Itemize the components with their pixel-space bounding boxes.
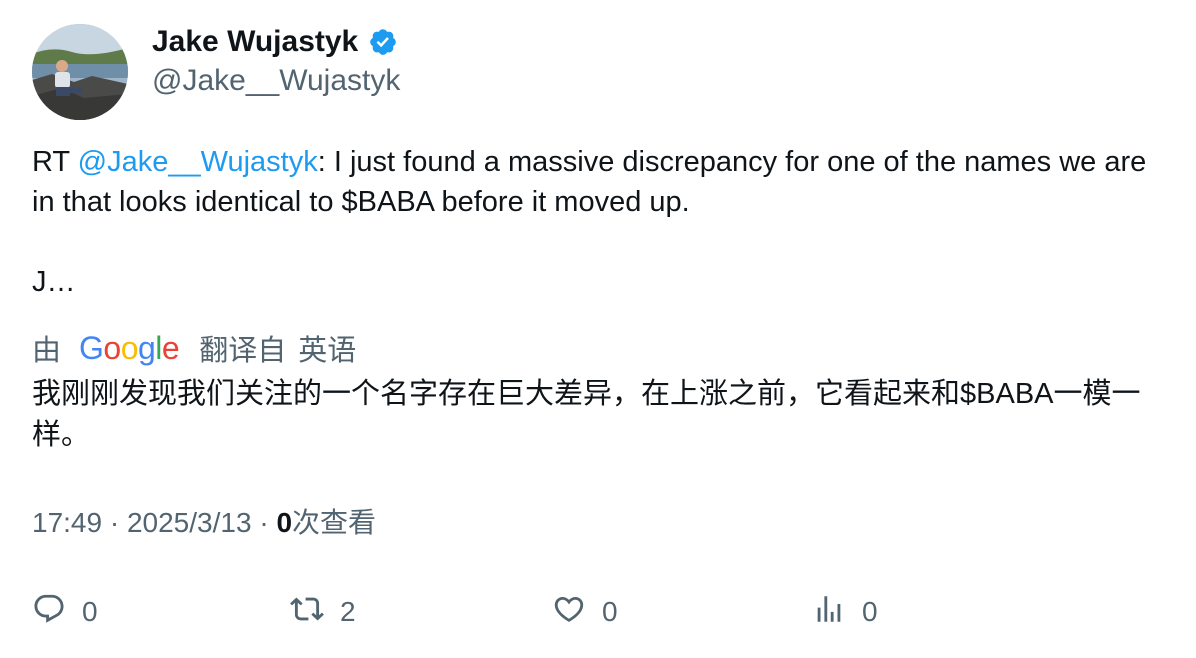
retweet-button[interactable]: 2 (290, 588, 356, 636)
tweet-meta: 17:49 · 2025/3/13 · 0次查看 (32, 503, 376, 543)
translation-attribution: 由 Google 翻译自 英语 (32, 326, 356, 370)
mention-link[interactable]: @Jake__Wujastyk (78, 146, 318, 178)
retweet-prefix: RT (32, 146, 78, 178)
meta-separator: · (251, 507, 277, 538)
reply-count: 0 (82, 596, 98, 627)
meta-separator: · (102, 507, 127, 538)
like-button[interactable]: 0 (552, 588, 618, 636)
user-handle[interactable]: @Jake__Wujastyk (152, 64, 400, 98)
retweet-count: 2 (340, 596, 356, 627)
views-label: 次查看 (292, 507, 377, 538)
tweet-date[interactable]: 2025/3/13 (127, 507, 252, 538)
display-name[interactable]: Jake Wujastyk (152, 25, 358, 59)
source-language: 英语 (298, 335, 357, 367)
translated-text: 我刚刚发现我们关注的一个名字存在巨大差异，在上涨之前，它看起来和$BABA一模一… (32, 378, 1141, 451)
author-block: Jake Wujastyk @Jake__Wujastyk (152, 22, 400, 98)
reply-button[interactable]: 0 (32, 588, 98, 636)
reply-icon (32, 592, 66, 633)
name-row: Jake Wujastyk (152, 22, 400, 62)
heart-icon (552, 592, 586, 633)
avatar-photo (32, 24, 128, 120)
views-count: 0 (276, 507, 293, 538)
action-bar: 0 2 0 0 (32, 588, 1172, 638)
tweet-text: RT @Jake__Wujastyk: I just found a massi… (32, 142, 1172, 302)
translated-from-label: 翻译自 (199, 335, 287, 367)
tweet-card: Jake Wujastyk @Jake__Wujastyk RT @Jake__… (0, 0, 1196, 658)
retweet-icon (290, 592, 324, 633)
views-chart-icon (812, 592, 846, 633)
verified-badge-icon (368, 27, 398, 57)
tweet-time[interactable]: 17:49 (32, 507, 102, 538)
google-logo[interactable]: Google (79, 330, 180, 367)
like-count: 0 (602, 596, 618, 627)
avatar[interactable] (32, 24, 128, 120)
views-count-action: 0 (862, 596, 878, 627)
tweet-tail: J… (32, 266, 76, 298)
translated-by-label: 由 (32, 335, 62, 367)
views-button[interactable]: 0 (812, 588, 878, 636)
